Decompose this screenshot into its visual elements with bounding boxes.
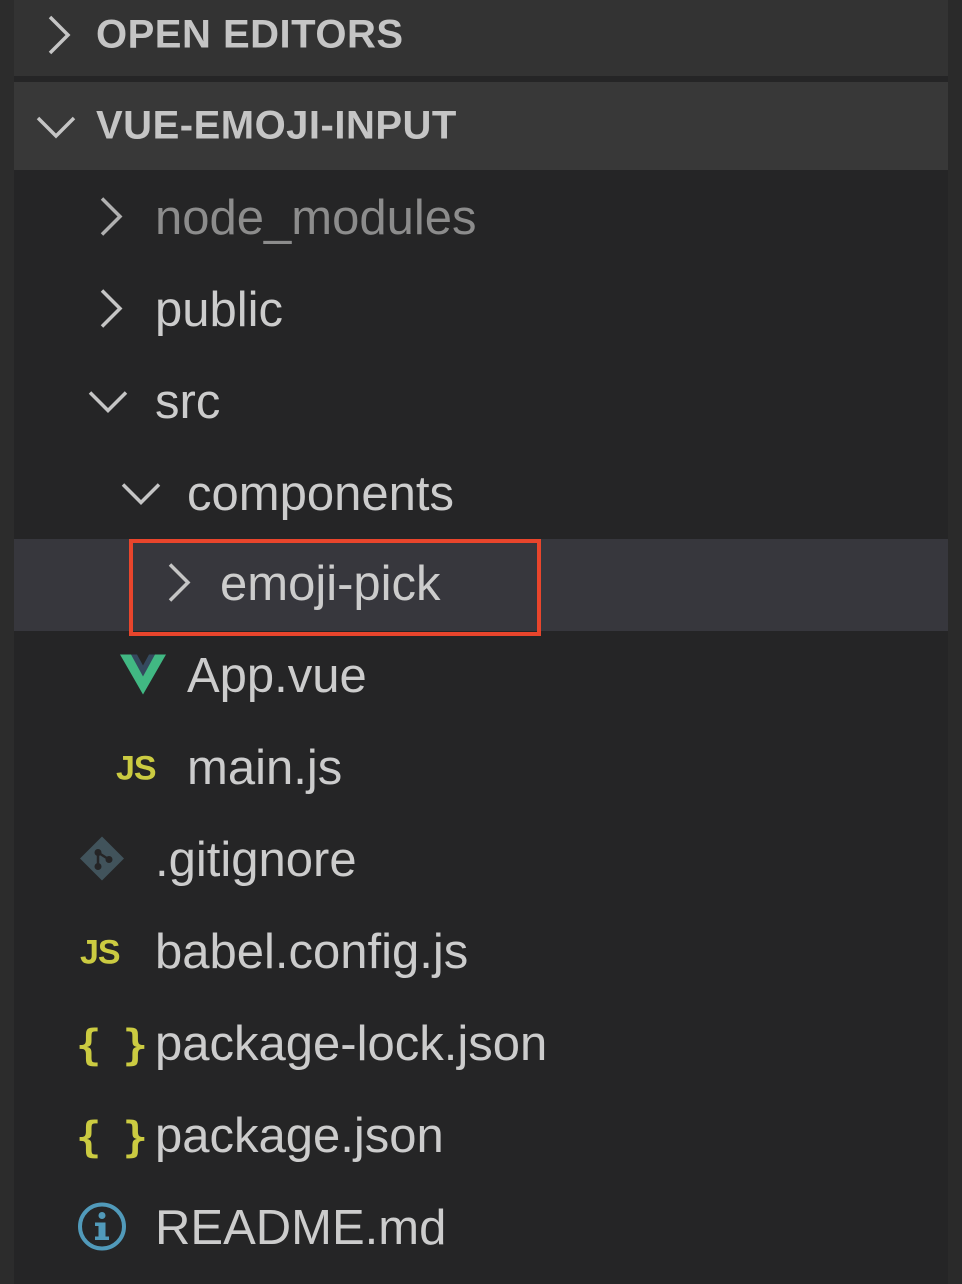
open-editors-label: OPEN EDITORS	[96, 12, 404, 57]
chevron-down-icon	[34, 82, 76, 170]
vue-icon	[118, 652, 168, 703]
tree-item-gitignore[interactable]: .gitignore	[14, 815, 948, 907]
json-icon: { }	[76, 1112, 148, 1162]
javascript-icon: JS	[80, 933, 121, 972]
tree-item-label: main.js	[187, 740, 343, 795]
tree-item-label: .gitignore	[155, 832, 357, 887]
tree-item-label: src	[155, 374, 221, 429]
tree-item-readme[interactable]: README.md	[14, 1183, 948, 1275]
tree-item-app-vue[interactable]: App.vue	[14, 631, 948, 723]
tree-item-label: babel.config.js	[155, 924, 469, 979]
tree-item-components[interactable]: components	[14, 449, 948, 541]
tree-item-node-modules[interactable]: node_modules	[14, 173, 948, 265]
chevron-right-icon	[96, 195, 124, 244]
chevron-right-icon	[96, 287, 124, 336]
chevron-down-icon	[86, 387, 130, 420]
tree-item-label: package.json	[155, 1108, 444, 1163]
tree-item-label: node_modules	[155, 190, 477, 245]
tree-item-src[interactable]: src	[14, 357, 948, 449]
info-icon	[76, 1201, 128, 1258]
tree-item-label: App.vue	[187, 648, 367, 703]
chevron-right-icon	[44, 0, 84, 76]
tree-item-label: public	[155, 282, 284, 337]
left-edge	[0, 0, 14, 1284]
project-name-label: VUE-EMOJI-INPUT	[96, 103, 457, 148]
chevron-down-icon	[119, 479, 163, 512]
javascript-icon: JS	[116, 749, 157, 788]
tree-item-package-json[interactable]: { } package.json	[14, 1091, 948, 1183]
json-icon: { }	[76, 1020, 148, 1070]
tree-item-main-js[interactable]: JS main.js	[14, 723, 948, 815]
git-icon	[78, 835, 126, 888]
chevron-right-icon	[164, 561, 192, 610]
tree-item-label: README.md	[155, 1200, 447, 1255]
file-explorer: OPEN EDITORS VUE-EMOJI-INPUT node_module…	[0, 0, 962, 1284]
open-editors-header[interactable]: OPEN EDITORS	[14, 0, 948, 76]
project-header[interactable]: VUE-EMOJI-INPUT	[14, 82, 948, 170]
tree-item-babel-config[interactable]: JS babel.config.js	[14, 907, 948, 999]
tree-item-emoji-pick[interactable]: emoji-pick	[14, 539, 948, 631]
tree-item-label: emoji-pick	[220, 556, 441, 611]
tree-item-public[interactable]: public	[14, 265, 948, 357]
tree-item-label: package-lock.json	[155, 1016, 548, 1071]
tree-item-label: components	[187, 466, 454, 521]
tree-item-package-lock[interactable]: { } package-lock.json	[14, 999, 948, 1091]
scrollbar-track[interactable]	[948, 0, 962, 1284]
